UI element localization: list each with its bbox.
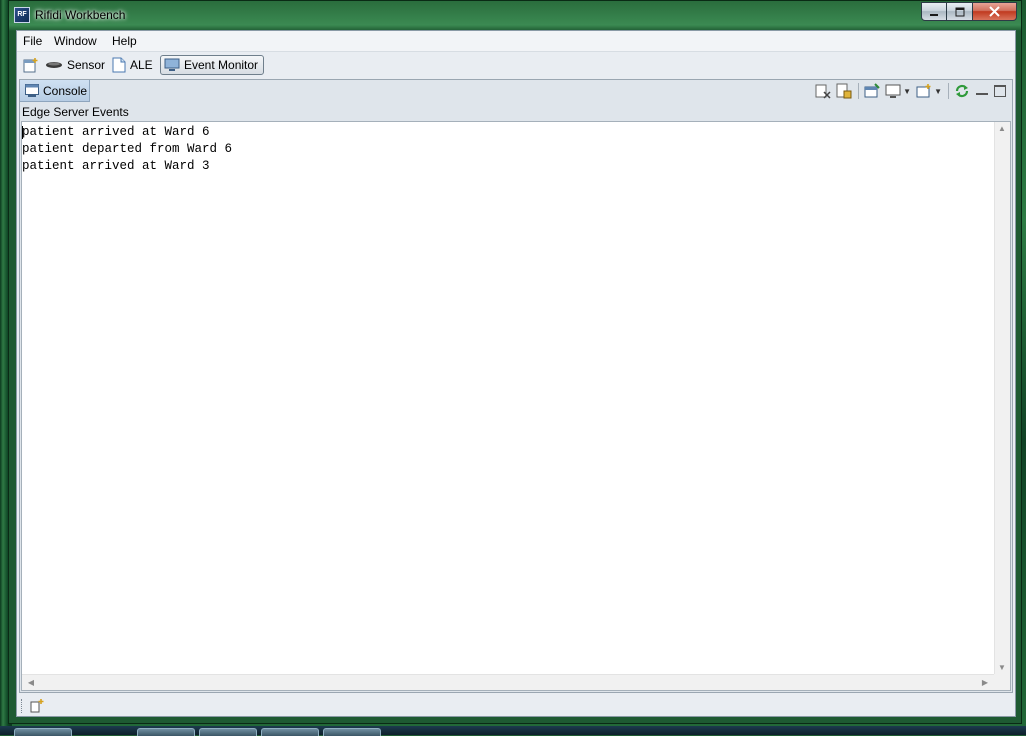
display-console-button[interactable]	[885, 83, 901, 99]
document-icon	[112, 57, 126, 73]
rifidi-app-icon: RF	[14, 7, 30, 23]
scroll-down-icon[interactable]: ▼	[995, 663, 1009, 672]
minimize-view-icon[interactable]	[976, 87, 988, 95]
console-lines: patient arrived at Ward 6 patient depart…	[22, 124, 232, 175]
scroll-left-icon[interactable]: ◀	[24, 678, 38, 687]
perspective-event-monitor[interactable]: Event Monitor	[160, 55, 265, 75]
perspective-event-monitor-label: Event Monitor	[184, 58, 259, 72]
scroll-up-icon[interactable]: ▲	[995, 124, 1009, 133]
menu-window[interactable]: Window	[54, 34, 97, 48]
sensor-icon	[46, 62, 62, 68]
fast-view-icon	[30, 699, 44, 713]
minimize-button[interactable]	[921, 2, 947, 21]
pin-console-icon	[864, 83, 880, 98]
app-window: RF Rifidi Workbench File Window Help Sen…	[8, 0, 1022, 724]
maximize-view-icon[interactable]	[994, 85, 1006, 97]
refresh-icon	[955, 84, 969, 98]
close-button[interactable]	[973, 2, 1017, 21]
console-output[interactable]: patient arrived at Ward 6 patient depart…	[21, 121, 1011, 691]
window-title: Rifidi Workbench	[35, 8, 126, 22]
open-console-icon	[916, 84, 931, 98]
console-toolbar: ▼ ▼	[810, 83, 1006, 99]
console-line: patient departed from Ward 6	[22, 142, 233, 156]
perspective-ale-label: ALE	[130, 58, 153, 72]
minimize-icon	[930, 13, 938, 16]
perspective-sensor[interactable]: Sensor	[45, 55, 105, 75]
clear-console-button[interactable]	[815, 83, 831, 99]
console-line: patient arrived at Ward 3	[22, 159, 210, 173]
tab-console[interactable]: Console	[20, 80, 90, 102]
horizontal-scrollbar[interactable]: ◀ ▶	[22, 674, 994, 690]
console-line: patient arrived at Ward 6	[22, 125, 210, 139]
perspective-bar: Sensor ALE Event Monitor	[17, 52, 1015, 78]
tab-console-label: Console	[43, 83, 88, 98]
perspective-sensor-label: Sensor	[67, 58, 106, 72]
monitor-icon	[164, 58, 180, 71]
menu-help[interactable]: Help	[112, 34, 137, 48]
title-bar[interactable]: RF Rifidi Workbench	[9, 1, 1021, 29]
close-icon	[989, 6, 1000, 17]
menu-file[interactable]: File	[23, 34, 42, 48]
scroll-lock-icon	[836, 83, 852, 99]
status-bar	[17, 695, 1015, 717]
window-controls	[921, 2, 1017, 21]
display-console-icon	[885, 84, 901, 98]
console-icon	[25, 84, 39, 97]
fast-view-button[interactable]	[29, 698, 45, 717]
pin-console-button[interactable]	[864, 83, 880, 99]
taskbar	[0, 726, 1026, 736]
scroll-lock-button[interactable]	[836, 83, 852, 99]
refresh-button[interactable]	[954, 83, 970, 99]
clear-console-icon	[815, 84, 831, 99]
console-view: Console ▼ ▼ Edge Server Events patient a…	[19, 79, 1013, 693]
open-perspective-icon	[23, 58, 38, 73]
open-console-dropdown-icon[interactable]: ▼	[934, 87, 942, 96]
maximize-icon	[955, 7, 964, 16]
scrollbar-corner	[994, 674, 1010, 690]
menu-bar: File Window Help	[17, 31, 1015, 52]
open-console-button[interactable]	[916, 83, 932, 99]
perspective-ale[interactable]: ALE	[112, 55, 153, 75]
console-name: Edge Server Events	[22, 105, 129, 119]
toolbar-separator	[948, 83, 949, 99]
display-console-dropdown-icon[interactable]: ▼	[903, 87, 911, 96]
status-grip	[21, 699, 24, 713]
open-perspective-button[interactable]	[23, 55, 39, 75]
maximize-button[interactable]	[947, 2, 973, 21]
toolbar-separator	[858, 83, 860, 99]
scroll-right-icon[interactable]: ▶	[978, 678, 992, 687]
vertical-scrollbar[interactable]: ▲ ▼	[994, 122, 1010, 674]
workbench-client: File Window Help Sensor ALE Event Monito…	[16, 30, 1016, 717]
